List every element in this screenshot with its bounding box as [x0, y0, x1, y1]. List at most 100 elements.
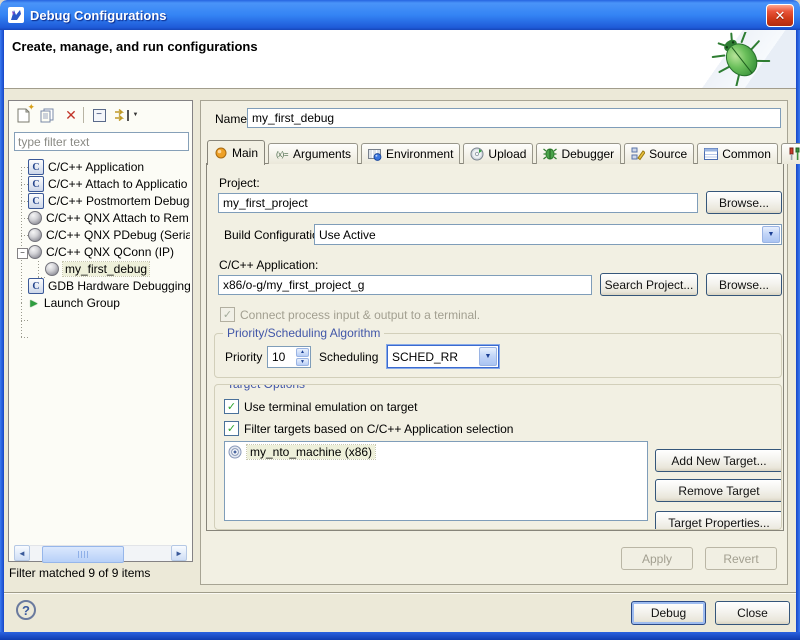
application-browse-button[interactable]: Browse... — [706, 273, 782, 296]
window-border-right — [796, 30, 800, 632]
revert-button: Revert — [705, 547, 777, 570]
upload-tab-icon — [470, 147, 484, 161]
tab-source[interactable]: Source — [624, 143, 694, 164]
window-border-left — [0, 30, 4, 632]
main-tab-icon — [214, 146, 228, 160]
apply-button: Apply — [621, 547, 693, 570]
tree-item-qnx-pdebug[interactable]: C/C++ QNX PDebug (Seria — [28, 227, 190, 243]
scroll-left-icon[interactable]: ◄ — [14, 545, 30, 561]
c-application-icon: C — [28, 193, 44, 209]
scheduling-select[interactable]: SCHED_RR ▼ — [387, 345, 499, 368]
check-icon: ✓ — [227, 400, 236, 413]
filter-input[interactable] — [14, 132, 189, 151]
tree-connector — [21, 320, 28, 321]
tab-tools[interactable]: Tools — [781, 143, 800, 164]
tree-item-cpp-application[interactable]: C C/C++ Application — [28, 159, 190, 175]
remove-target-button[interactable]: Remove Target — [655, 479, 782, 502]
scroll-right-icon[interactable]: ► — [171, 545, 187, 561]
target-group-title: Target Options — [223, 384, 309, 391]
target-list-item[interactable]: my_nto_machine (x86) — [228, 445, 375, 459]
tree-connector — [21, 167, 28, 168]
help-icon: ? — [22, 603, 30, 618]
tree-connector — [21, 201, 28, 202]
priority-label: Priority — [225, 350, 262, 364]
tree-horizontal-scrollbar[interactable]: ◄ ► — [14, 545, 187, 561]
name-input[interactable] — [247, 108, 781, 128]
arguments-tab-icon: (x)= — [275, 147, 289, 161]
target-list[interactable]: my_nto_machine (x86) — [224, 441, 648, 521]
new-star-icon: ✦ — [27, 102, 35, 113]
scrollbar-thumb[interactable] — [42, 546, 124, 563]
scrollbar-track[interactable] — [30, 545, 171, 561]
cpp-application-label: C/C++ Application: — [219, 258, 318, 272]
terminal-emulation-checkbox[interactable]: ✓ — [224, 399, 239, 414]
target-options-group: Target Options ✓ Use terminal emulation … — [214, 384, 782, 530]
c-application-icon: C — [28, 176, 44, 192]
debug-button[interactable]: Debug — [631, 601, 706, 625]
help-button[interactable]: ? — [16, 600, 36, 620]
terminal-emulation-label: Use terminal emulation on target — [244, 400, 417, 414]
filter-menu-caret-icon: ▼ — [133, 112, 139, 118]
tree-item-gdb-hardware[interactable]: C GDB Hardware Debugging — [28, 278, 190, 294]
project-label: Project: — [219, 176, 260, 190]
tree-item-cpp-attach[interactable]: C C/C++ Attach to Applicatio — [28, 176, 190, 192]
tree-item-cpp-postmortem[interactable]: C C/C++ Postmortem Debugg — [28, 193, 190, 209]
tree-item-launch-group[interactable]: ► Launch Group — [28, 295, 190, 311]
tab-bar: Main (x)= Arguments Environment Upload — [207, 139, 800, 164]
tree-item-qnx-qconn[interactable]: C/C++ QNX QConn (IP) — [28, 244, 190, 260]
spin-down-icon[interactable]: ▼ — [296, 358, 309, 367]
titlebar[interactable]: Debug Configurations ✕ — [0, 0, 800, 30]
check-icon: ✓ — [227, 422, 236, 435]
debug-bug-image — [704, 32, 778, 86]
launch-group-icon: ► — [28, 296, 40, 310]
collapse-all-icon: − — [93, 109, 106, 122]
tab-debugger[interactable]: Debugger — [536, 143, 621, 164]
delete-configuration-button[interactable]: ✕ — [61, 106, 81, 124]
connect-terminal-checkbox: ✓ — [220, 307, 235, 322]
button-bar-separator — [4, 592, 796, 593]
spin-up-icon[interactable]: ▲ — [296, 348, 309, 357]
tree-connector — [38, 261, 39, 277]
environment-tab-icon — [368, 147, 382, 161]
tree-item-my-first-debug[interactable]: my_first_debug — [45, 261, 190, 277]
build-configuration-select[interactable]: Use Active ▼ — [314, 224, 782, 245]
check-icon: ✓ — [223, 308, 232, 321]
tree-item-qnx-attach[interactable]: C/C++ QNX Attach to Rem — [28, 210, 190, 226]
cpp-application-input[interactable] — [218, 275, 592, 295]
tab-main[interactable]: Main — [207, 140, 265, 165]
filter-launch-configurations-button[interactable]: ▼ — [111, 106, 141, 124]
qnx-launch-icon — [28, 211, 42, 225]
debug-configurations-dialog: Debug Configurations ✕ Create, manage, a… — [0, 0, 800, 640]
close-button[interactable]: ✕ — [766, 4, 794, 27]
window-title: Debug Configurations — [30, 8, 167, 23]
collapse-expander-icon[interactable]: − — [17, 248, 28, 259]
delete-icon: ✕ — [65, 107, 77, 124]
tab-common[interactable]: Common — [697, 143, 778, 164]
add-new-target-button[interactable]: Add New Target... — [655, 449, 782, 472]
tab-upload[interactable]: Upload — [463, 143, 533, 164]
project-browse-button[interactable]: Browse... — [706, 191, 782, 214]
source-tab-icon — [631, 147, 645, 161]
app-icon[interactable] — [8, 7, 24, 23]
c-application-icon: C — [28, 159, 44, 175]
qnx-launch-icon — [45, 262, 59, 276]
filter-targets-checkbox[interactable]: ✓ — [224, 421, 239, 436]
project-input[interactable] — [218, 193, 698, 213]
priority-spinner[interactable]: 10 ▲ ▼ — [267, 346, 311, 368]
name-label: Name: — [215, 112, 250, 126]
target-properties-button[interactable]: Target Properties... — [655, 511, 782, 530]
collapse-all-button[interactable]: − — [89, 106, 109, 124]
close-dialog-button[interactable]: Close — [715, 601, 790, 625]
chevron-down-icon[interactable]: ▼ — [762, 226, 780, 243]
toolbar-separator — [83, 107, 84, 123]
new-configuration-button[interactable]: ✦ — [13, 106, 33, 124]
tab-environment[interactable]: Environment — [361, 143, 460, 164]
chevron-down-icon[interactable]: ▼ — [479, 347, 497, 366]
duplicate-configuration-button[interactable] — [37, 106, 57, 124]
priority-scheduling-group: Priority/Scheduling Algorithm Priority 1… — [214, 333, 782, 378]
tab-arguments[interactable]: (x)= Arguments — [268, 143, 358, 164]
search-project-button[interactable]: Search Project... — [600, 273, 698, 296]
scheduling-label: Scheduling — [319, 350, 378, 364]
filter-status: Filter matched 9 of 9 items — [9, 566, 150, 580]
filter-icon — [114, 109, 131, 122]
